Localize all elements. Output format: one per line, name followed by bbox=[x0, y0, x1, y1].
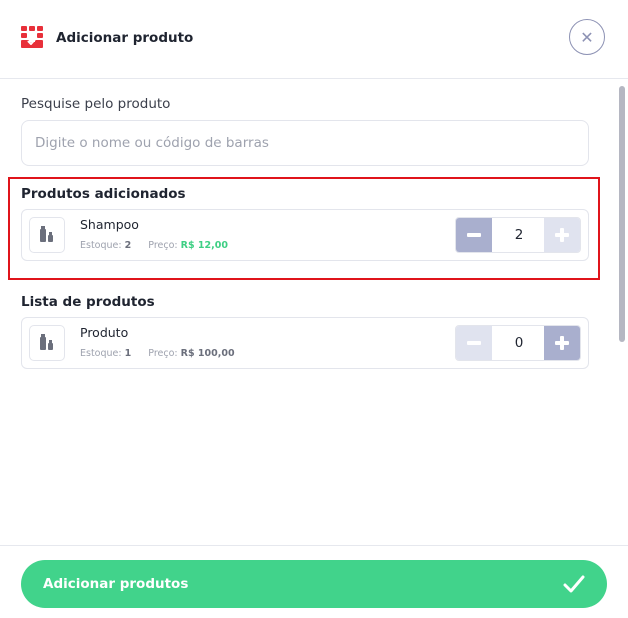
price-label: Preço: bbox=[148, 240, 178, 251]
search-label: Pesquise pelo produto bbox=[21, 96, 171, 112]
bottles-icon bbox=[40, 226, 53, 242]
bottles-icon bbox=[40, 334, 53, 350]
check-icon bbox=[563, 575, 585, 593]
product-meta: Estoque: 2 Preço: R$ 12,00 bbox=[80, 240, 228, 251]
quantity-value[interactable]: 0 bbox=[492, 326, 546, 360]
stock-value: 1 bbox=[124, 348, 132, 359]
price-value: R$ 100,00 bbox=[180, 348, 235, 359]
added-products-title: Produtos adicionados bbox=[21, 186, 186, 202]
quantity-value[interactable]: 2 bbox=[492, 218, 546, 252]
product-thumbnail bbox=[29, 217, 65, 253]
plus-icon bbox=[555, 228, 569, 242]
close-icon: ✕ bbox=[580, 27, 594, 47]
product-list-card: Produto Estoque: 1 Preço: R$ 100,00 0 bbox=[21, 317, 589, 369]
product-thumbnail bbox=[29, 325, 65, 361]
increment-button[interactable] bbox=[544, 326, 580, 360]
modal-header: Adicionar produto ✕ bbox=[0, 0, 628, 79]
footer-divider bbox=[0, 545, 628, 546]
quantity-stepper: 0 bbox=[455, 325, 581, 361]
product-name: Produto bbox=[80, 325, 129, 340]
stock-label: Estoque: bbox=[80, 348, 122, 359]
decrement-button[interactable] bbox=[456, 326, 492, 360]
modal-title: Adicionar produto bbox=[56, 30, 194, 46]
minus-icon bbox=[467, 341, 481, 345]
product-meta: Estoque: 1 Preço: R$ 100,00 bbox=[80, 348, 235, 359]
stock-value: 2 bbox=[124, 240, 132, 251]
quantity-stepper: 2 bbox=[455, 217, 581, 253]
plus-icon bbox=[555, 336, 569, 350]
price-value: R$ 12,00 bbox=[180, 240, 228, 251]
minus-icon bbox=[467, 233, 481, 237]
added-product-card: Shampoo Estoque: 2 Preço: R$ 12,00 2 bbox=[21, 209, 589, 261]
product-list-title: Lista de produtos bbox=[21, 294, 155, 310]
price-label: Preço: bbox=[148, 348, 178, 359]
stock-label: Estoque: bbox=[80, 240, 122, 251]
close-button[interactable]: ✕ bbox=[569, 19, 605, 55]
scrollbar-thumb[interactable] bbox=[619, 86, 625, 342]
shop-icon bbox=[21, 26, 43, 48]
product-name: Shampoo bbox=[80, 217, 139, 232]
add-products-label: Adicionar produtos bbox=[43, 576, 189, 592]
increment-button[interactable] bbox=[544, 218, 580, 252]
add-products-button[interactable]: Adicionar produtos bbox=[21, 560, 607, 608]
search-input[interactable] bbox=[21, 120, 589, 166]
decrement-button[interactable] bbox=[456, 218, 492, 252]
